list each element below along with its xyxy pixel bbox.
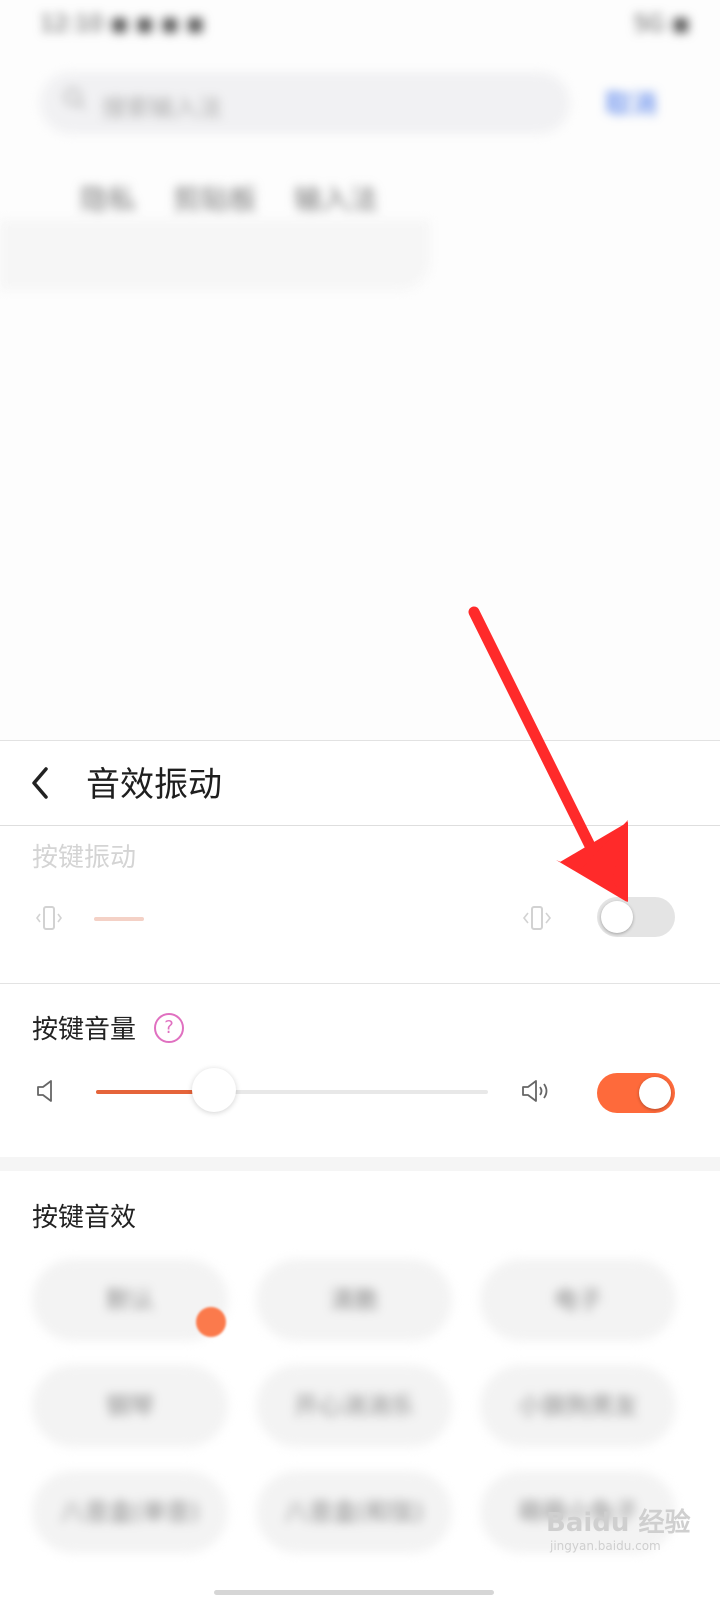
key-vibration-label: 按键振动 — [32, 843, 137, 873]
chip-list: 隐私 剪贴板 输入法 — [80, 178, 406, 218]
chip[interactable]: 隐私 — [80, 183, 136, 216]
volume-slider[interactable] — [96, 1068, 488, 1112]
status-bar: 12:10 ◼ ◼ ◼ ◼ 5G ◼ — [40, 12, 690, 46]
vibration-low-icon — [36, 906, 62, 930]
key-volume-toggle[interactable] — [597, 1073, 675, 1113]
toggle-knob — [601, 901, 633, 933]
card-shadow — [0, 220, 430, 290]
sound-option[interactable]: 八音盒(单音) — [32, 1471, 228, 1553]
key-sound-label: 按键音效 — [32, 1203, 137, 1233]
chip[interactable]: 输入法 — [294, 183, 378, 216]
panel-header: 音效振动 — [0, 741, 720, 826]
status-time: 12:10 ◼ ◼ ◼ ◼ — [40, 12, 205, 37]
page-title: 音效振动 — [86, 765, 222, 805]
watermark-url: jingyan.baidu.com — [550, 1539, 661, 1553]
watermark-logo: Baidu 经验 jingyan.baidu.com — [546, 1502, 690, 1553]
search-input[interactable]: 搜索输入法 — [40, 72, 570, 134]
chip[interactable]: 剪贴板 — [173, 183, 257, 216]
selected-indicator — [196, 1307, 226, 1337]
volume-low-icon — [37, 1080, 52, 1102]
status-icons: 5G ◼ — [633, 12, 690, 37]
toggle-knob — [639, 1077, 671, 1109]
sound-option[interactable]: 小狼狗男友 — [480, 1365, 676, 1447]
search-placeholder: 搜索输入法 — [102, 94, 222, 122]
vibration-high-icon — [522, 906, 552, 930]
volume-high-icon — [522, 1080, 548, 1102]
volume-slider-thumb[interactable] — [191, 1068, 236, 1112]
sound-vibration-panel: 音效振动 按键振动 按键音量 ? 按键音效 默认 清脆 电子 钢琴 开心消消乐 小狼狗男友… — [0, 740, 720, 1601]
key-volume-label: 按键音量 — [32, 1015, 137, 1045]
home-indicator[interactable] — [214, 1590, 494, 1595]
watermark-brand: Baidu 经验 — [546, 1508, 691, 1538]
sound-option[interactable]: 八音盒(和弦) — [256, 1471, 452, 1553]
key-vibration-toggle[interactable] — [597, 897, 675, 937]
sound-option[interactable]: 电子 — [480, 1259, 676, 1341]
sound-option[interactable]: 开心消消乐 — [256, 1365, 452, 1447]
vibration-slider[interactable] — [94, 917, 144, 921]
sound-option[interactable]: 钢琴 — [32, 1365, 228, 1447]
back-icon[interactable] — [26, 763, 56, 803]
cancel-button[interactable]: 取消 — [605, 84, 657, 121]
divider — [0, 983, 720, 984]
section-gap — [0, 1157, 720, 1171]
sound-option[interactable]: 清脆 — [256, 1259, 452, 1341]
search-icon — [64, 88, 86, 110]
help-icon[interactable]: ? — [154, 1013, 184, 1043]
background-app: 12:10 ◼ ◼ ◼ ◼ 5G ◼ 搜索输入法 取消 隐私 剪贴板 输入法 — [0, 0, 720, 740]
